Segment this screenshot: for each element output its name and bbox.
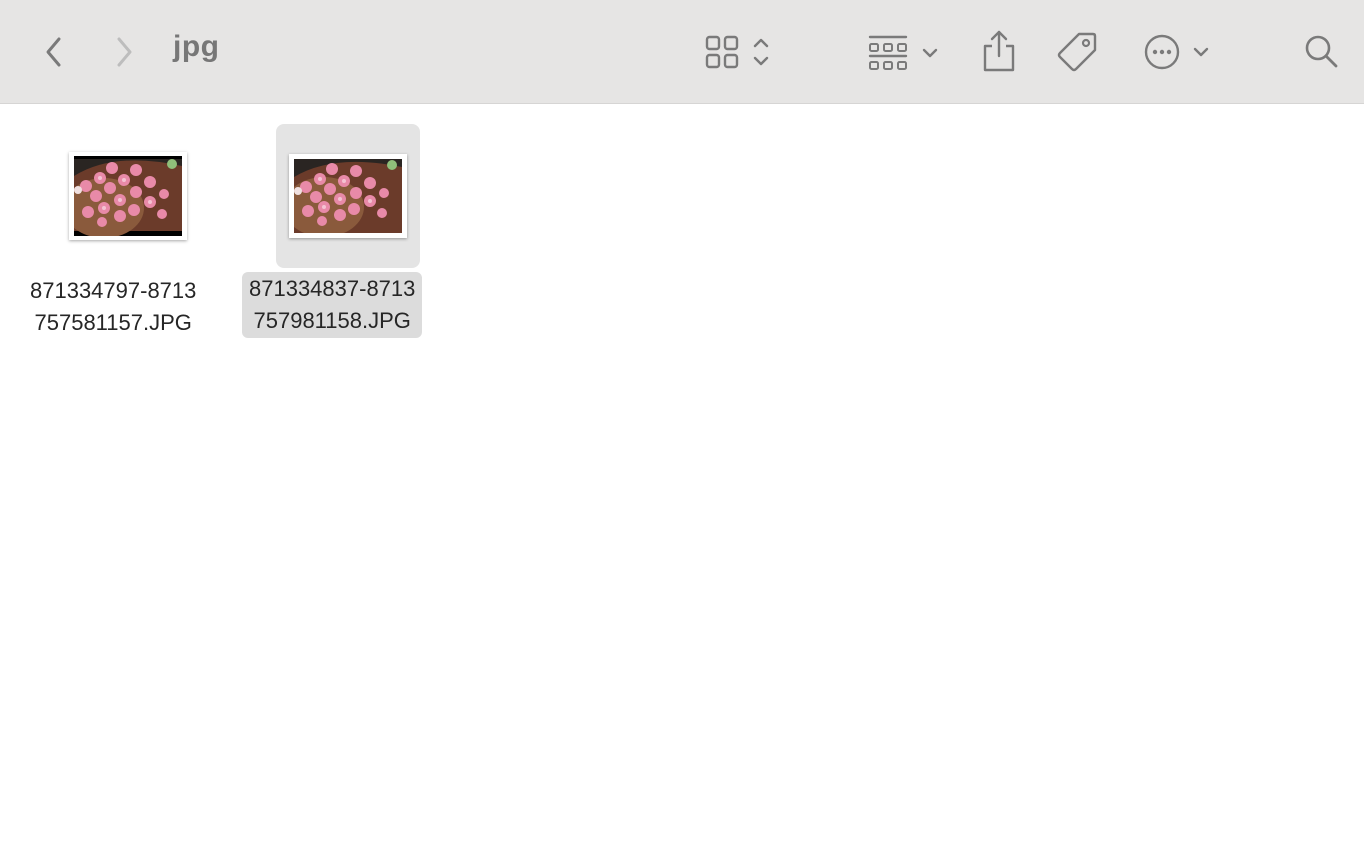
forward-button[interactable] bbox=[106, 32, 142, 72]
chevron-right-icon bbox=[114, 36, 134, 68]
group-by-button[interactable] bbox=[864, 28, 944, 76]
ellipsis-circle-icon bbox=[1140, 32, 1216, 72]
group-by-icon bbox=[864, 32, 944, 72]
icon-grid-view-icon bbox=[700, 32, 780, 72]
more-actions-button[interactable] bbox=[1140, 30, 1216, 74]
file-name[interactable]: 871334797-8713 757581157.JPG bbox=[23, 274, 203, 340]
back-button[interactable] bbox=[36, 32, 72, 72]
tag-icon bbox=[1056, 30, 1098, 72]
file-thumbnail-container[interactable] bbox=[56, 124, 200, 268]
file-name-line: 757581157.JPG bbox=[34, 310, 192, 335]
search-button[interactable] bbox=[1300, 30, 1342, 72]
file-thumbnail-container[interactable] bbox=[276, 124, 420, 268]
window-title: jpg bbox=[173, 30, 220, 63]
file-name[interactable]: 871334837-8713 757981158.JPG bbox=[242, 272, 423, 338]
tag-button[interactable] bbox=[1054, 28, 1100, 74]
chevron-left-icon bbox=[44, 36, 64, 68]
file-name-line: 757981158.JPG bbox=[253, 308, 411, 333]
image-thumbnail bbox=[69, 152, 187, 240]
search-icon bbox=[1302, 32, 1340, 70]
toolbar: jpg bbox=[0, 0, 1364, 104]
file-name-line: 871334797-8713 bbox=[30, 278, 197, 303]
image-thumbnail bbox=[289, 154, 407, 238]
file-name-line: 871334837-8713 bbox=[249, 276, 416, 301]
view-mode-button[interactable] bbox=[700, 28, 780, 76]
share-button[interactable] bbox=[978, 26, 1020, 76]
file-browser-area[interactable]: 871334797-8713 757581157.JPG 871334837-8… bbox=[0, 104, 1364, 864]
share-icon bbox=[981, 28, 1017, 74]
